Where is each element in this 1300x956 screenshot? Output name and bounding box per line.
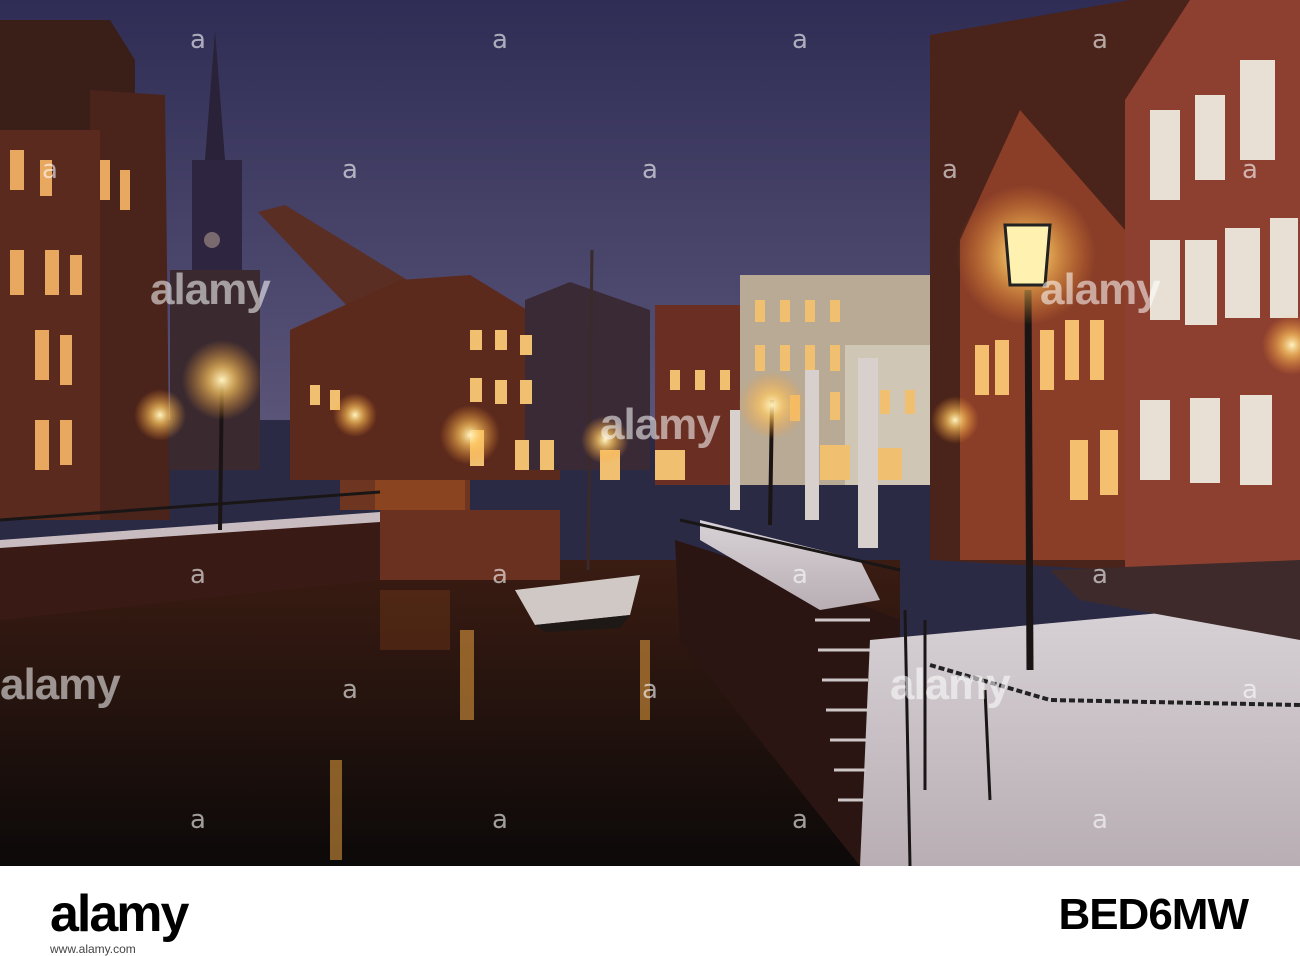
alamy-url[interactable]: www.alamy.com (50, 942, 136, 956)
watermark-logo: alamy (0, 660, 121, 709)
watermark-mark: a (1242, 155, 1258, 185)
watermark-mark: a (190, 805, 206, 835)
watermark-mark: a (642, 675, 658, 705)
watermark-mark: a (792, 25, 808, 55)
left-buildings (0, 20, 170, 520)
watermark-mark: a (190, 25, 206, 55)
watermark-mark: a (1092, 560, 1108, 590)
watermark-mark: a (1092, 25, 1108, 55)
watermark-mark: a (792, 805, 808, 835)
image-id: BED6MW (1058, 890, 1249, 939)
watermark-logo: alamy (150, 265, 271, 314)
watermark-mark: a (792, 560, 808, 590)
watermark-mark: a (190, 560, 206, 590)
watermark-mark: a (42, 155, 58, 185)
alamy-logo: alamy (50, 885, 189, 943)
watermark-mark: a (942, 155, 958, 185)
watermark-mark: a (342, 675, 358, 705)
watermark-mark: a (492, 25, 508, 55)
photograph: alamy alamy alamy alamy alamy a a a a a … (0, 0, 1300, 866)
watermark-mark: a (342, 155, 358, 185)
watermark-mark: a (492, 805, 508, 835)
watermark-logo: alamy (1040, 265, 1161, 314)
watermark-logo: alamy (600, 400, 721, 449)
watermark-mark: a (1242, 675, 1258, 705)
watermark-logo: alamy (890, 660, 1011, 709)
watermark-mark: a (492, 560, 508, 590)
watermark-mark: a (1092, 805, 1108, 835)
footer-bar: alamy www.alamy.com BED6MW (0, 866, 1300, 956)
watermark-mark: a (642, 155, 658, 185)
